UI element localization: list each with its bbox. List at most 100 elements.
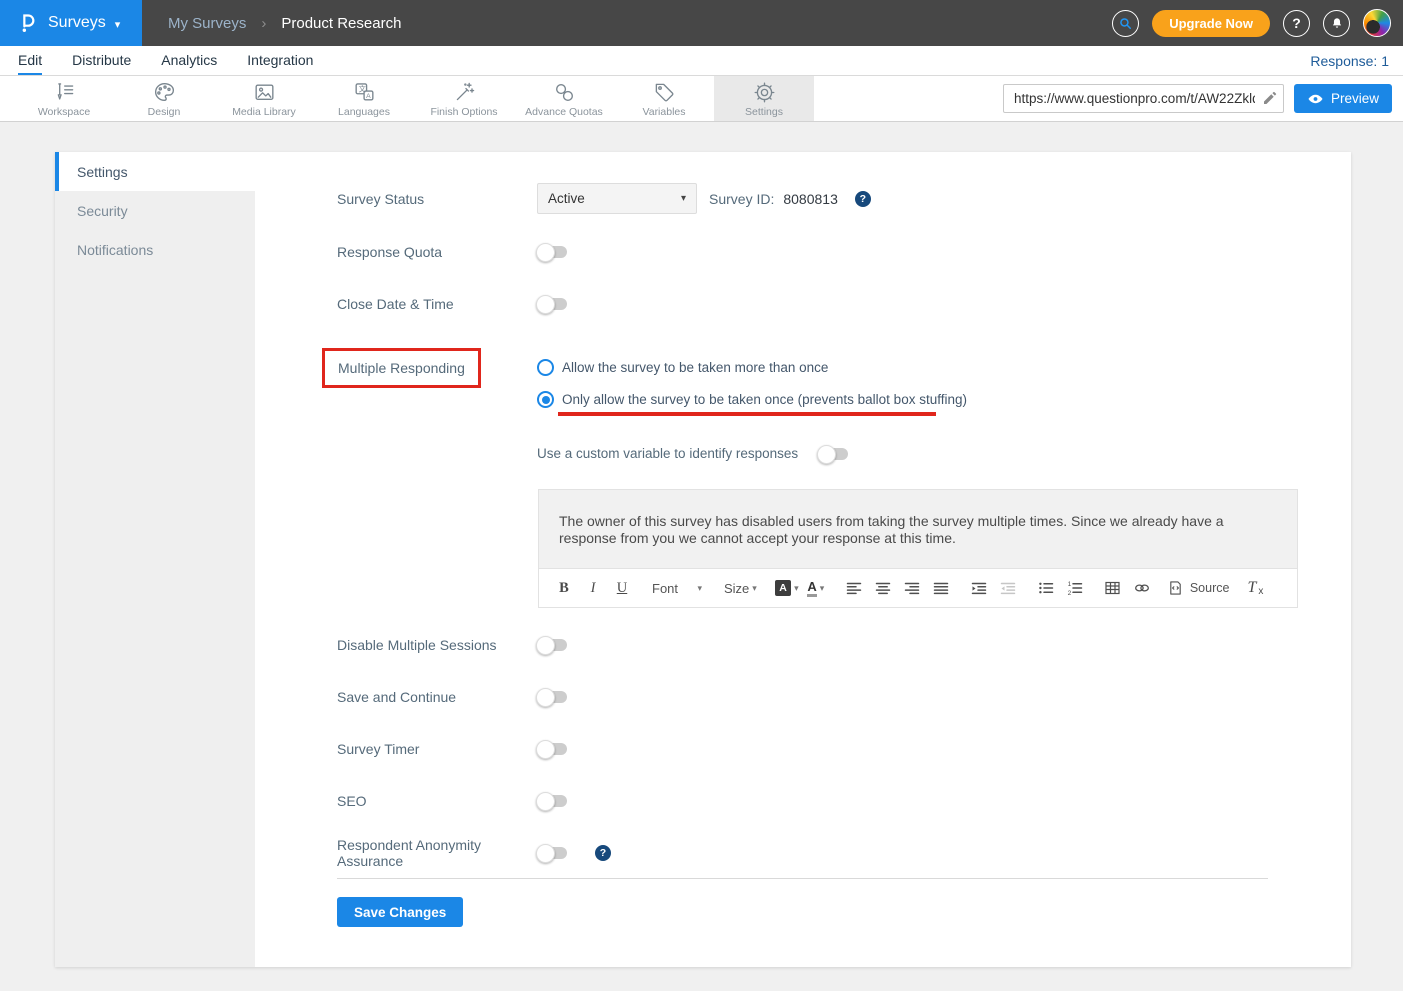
tab-integration[interactable]: Integration [247, 46, 313, 75]
tab-analytics[interactable]: Analytics [161, 46, 217, 75]
sidebar-item-settings[interactable]: Settings [55, 152, 255, 191]
survey-status-select[interactable]: Active ▾ [537, 183, 697, 214]
bold-button[interactable]: B [552, 576, 576, 601]
bullet-list-button[interactable] [1034, 576, 1058, 601]
ribbon-item-finish-options[interactable]: Finish Options [414, 76, 514, 121]
bell-icon [1330, 16, 1344, 31]
ribbon-label: Variables [643, 106, 686, 118]
search-button[interactable] [1112, 10, 1139, 37]
ribbon-label: Finish Options [430, 106, 497, 118]
settings-sidebar: Settings Security Notifications [55, 152, 255, 967]
gear-icon [752, 80, 777, 105]
align-right-button[interactable] [900, 576, 924, 601]
source-button[interactable]: Source [1168, 576, 1230, 601]
multiple-responding-options: Allow the survey to be taken more than o… [537, 349, 967, 416]
survey-id-label: Survey ID: [709, 191, 774, 207]
avatar[interactable] [1363, 9, 1391, 37]
eye-icon [1307, 92, 1324, 106]
disable-sessions-label: Disable Multiple Sessions [337, 637, 537, 653]
ribbon-item-settings[interactable]: Settings [714, 76, 814, 121]
survey-timer-toggle[interactable] [537, 743, 567, 755]
tab-edit[interactable]: Edit [18, 46, 42, 75]
ribbon-label: Languages [338, 106, 390, 118]
help-button[interactable]: ? [1283, 10, 1310, 37]
save-changes-button[interactable]: Save Changes [337, 897, 463, 927]
preview-button[interactable]: Preview [1294, 84, 1392, 113]
sidebar-item-notifications[interactable]: Notifications [55, 230, 255, 269]
custom-variable-toggle[interactable] [818, 448, 848, 460]
ribbon-label: Media Library [232, 106, 296, 118]
radio-unselected-icon[interactable] [537, 359, 554, 376]
response-quota-toggle[interactable] [537, 246, 567, 258]
indent-button[interactable] [967, 576, 991, 601]
disabled-message-text[interactable]: The owner of this survey has disabled us… [539, 490, 1297, 568]
palette-icon [152, 80, 177, 105]
app-logo[interactable]: Surveys ▾ [0, 0, 142, 46]
breadcrumb-separator-icon: › [261, 15, 266, 32]
ribbon-item-workspace[interactable]: Workspace [14, 76, 114, 121]
chevron-down-icon: ▾ [697, 583, 702, 594]
italic-button[interactable]: I [581, 576, 605, 601]
anonymity-help-icon[interactable]: ? [595, 845, 611, 861]
ribbon-item-media-library[interactable]: Media Library [214, 76, 314, 121]
outdent-button[interactable] [996, 576, 1020, 601]
underline-button[interactable]: U [610, 576, 634, 601]
radio-only-once[interactable]: Only allow the survey to be taken once (… [537, 391, 967, 408]
seo-toggle[interactable] [537, 795, 567, 807]
numbered-list-button[interactable]: 12 [1063, 576, 1087, 601]
breadcrumb-my-surveys[interactable]: My Surveys [168, 15, 246, 32]
radio-selected-icon[interactable] [537, 391, 554, 408]
response-quota-label: Response Quota [337, 244, 537, 260]
custom-variable-label: Use a custom variable to identify respon… [537, 446, 798, 461]
ribbon-label: Settings [745, 106, 783, 118]
disabled-message-editor: The owner of this survey has disabled us… [538, 489, 1298, 608]
response-quota-row: Response Quota [337, 242, 1298, 262]
search-icon [1118, 16, 1133, 31]
multiple-responding-row: Multiple Responding Allow the survey to … [337, 349, 1298, 416]
close-date-label: Close Date & Time [337, 296, 537, 312]
close-date-toggle[interactable] [537, 298, 567, 310]
ribbon-item-design[interactable]: Design [114, 76, 214, 121]
edit-url-pencil-icon[interactable] [1262, 90, 1278, 106]
disable-sessions-toggle[interactable] [537, 639, 567, 651]
text-color-button[interactable]: A ▾ [804, 576, 828, 601]
breadcrumb-current-survey: Product Research [281, 15, 401, 32]
tab-distribute[interactable]: Distribute [72, 46, 131, 75]
sidebar-item-security[interactable]: Security [55, 191, 255, 230]
survey-id-help-icon[interactable]: ? [855, 191, 871, 207]
ribbon-item-languages[interactable]: 文 A Languages [314, 76, 414, 121]
font-dropdown[interactable]: Font ▾ [648, 576, 706, 601]
save-continue-toggle[interactable] [537, 691, 567, 703]
align-center-button[interactable] [871, 576, 895, 601]
survey-mode-tabs: Edit Distribute Analytics Integration Re… [0, 46, 1403, 76]
settings-card: Settings Security Notifications Survey S… [55, 152, 1351, 967]
radio-allow-multiple[interactable]: Allow the survey to be taken more than o… [537, 359, 967, 376]
background-color-button[interactable]: A ▾ [775, 576, 799, 601]
link-icon-button[interactable] [1130, 576, 1154, 601]
ribbon-item-variables[interactable]: Variables [614, 76, 714, 121]
divider [337, 878, 1268, 879]
survey-status-label: Survey Status [337, 191, 537, 207]
ribbon-label: Advance Quotas [525, 106, 603, 118]
remove-format-button[interactable]: T x [1243, 576, 1267, 601]
custom-variable-row: Use a custom variable to identify respon… [537, 446, 1298, 461]
ribbon-item-advance-quotas[interactable]: Advance Quotas [514, 76, 614, 121]
save-continue-row: Save and Continue [337, 687, 1298, 707]
survey-status-row: Survey Status Active ▾ Survey ID: 808081… [337, 183, 1298, 214]
ribbon-label: Workspace [38, 106, 90, 118]
workspace-icon [52, 80, 77, 105]
notifications-button[interactable] [1323, 10, 1350, 37]
response-count[interactable]: Response: 1 [1310, 53, 1403, 69]
svg-text:A: A [366, 93, 371, 100]
survey-url-input[interactable] [1003, 84, 1284, 113]
anonymity-toggle[interactable] [537, 847, 567, 859]
ribbon-label: Design [148, 106, 181, 118]
annotation-red-underline [558, 412, 936, 416]
align-left-button[interactable] [842, 576, 866, 601]
size-dropdown[interactable]: Size ▾ [720, 576, 761, 601]
align-justify-button[interactable] [929, 576, 953, 601]
multiple-responding-label: Multiple Responding [338, 360, 465, 376]
upgrade-button[interactable]: Upgrade Now [1152, 10, 1270, 37]
table-button[interactable] [1101, 576, 1125, 601]
question-mark-icon: ? [1292, 15, 1301, 31]
